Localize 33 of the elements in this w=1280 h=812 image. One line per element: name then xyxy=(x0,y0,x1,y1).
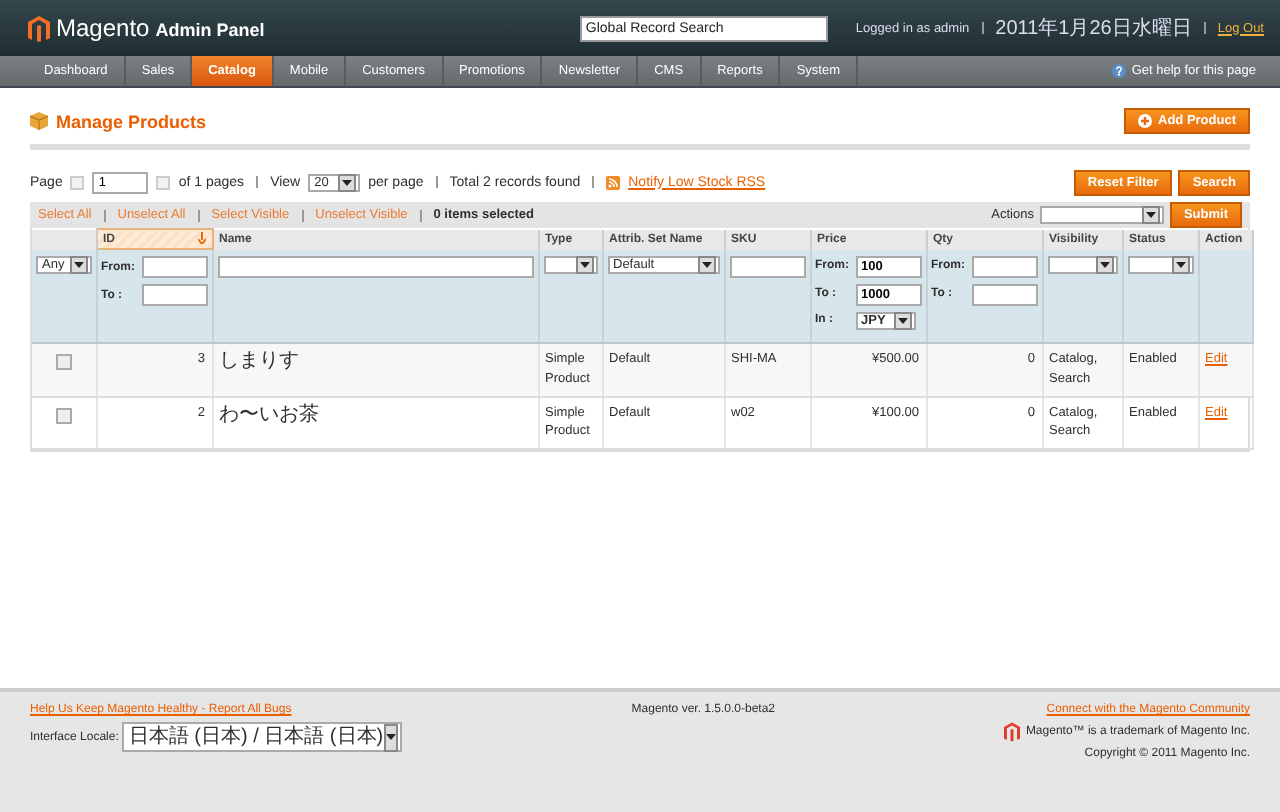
locale-select[interactable]: 日本語 (日本) / 日本語 (日本) xyxy=(122,722,403,752)
box-icon xyxy=(30,112,48,130)
sort-arrow-icon xyxy=(197,232,205,244)
dropdown-arrow-icon[interactable] xyxy=(1141,206,1160,224)
date-text: 2011年1月26日水曜日 xyxy=(995,15,1192,42)
filter-select[interactable] xyxy=(1047,256,1117,274)
plus-icon xyxy=(1138,114,1152,128)
filter-select[interactable] xyxy=(543,256,597,274)
to-input[interactable] xyxy=(971,283,1037,305)
dropdown-arrow-icon[interactable] xyxy=(1171,256,1189,274)
dropdown-arrow-icon[interactable] xyxy=(893,311,911,329)
row-checkbox[interactable] xyxy=(55,407,72,423)
table-cell: わ〜いお茶 xyxy=(219,403,319,425)
filter-select[interactable] xyxy=(1127,256,1193,274)
filter-input[interactable] xyxy=(217,255,533,277)
dropdown-arrow-icon[interactable] xyxy=(575,256,593,274)
dropdown-arrow-icon[interactable] xyxy=(1095,256,1113,274)
dropdown-arrow-icon[interactable] xyxy=(69,255,87,273)
filter-input[interactable] xyxy=(729,255,805,277)
from-input[interactable] xyxy=(141,256,207,278)
rss-icon xyxy=(606,175,621,189)
logo-icon xyxy=(28,15,50,41)
dropdown-arrow-icon[interactable] xyxy=(338,173,357,191)
from-input[interactable] xyxy=(971,255,1037,277)
dropdown-arrow-icon[interactable] xyxy=(697,255,715,273)
page-title: Manage Products xyxy=(56,111,207,131)
logo-text: Magento xyxy=(56,14,150,42)
logo-icon xyxy=(1003,722,1020,742)
row-checkbox[interactable] xyxy=(55,354,72,370)
table-cell: しまりす xyxy=(219,350,299,372)
logo-subtitle: Admin Panel xyxy=(155,20,265,40)
help-icon xyxy=(1111,64,1126,78)
to-input[interactable] xyxy=(141,284,207,306)
